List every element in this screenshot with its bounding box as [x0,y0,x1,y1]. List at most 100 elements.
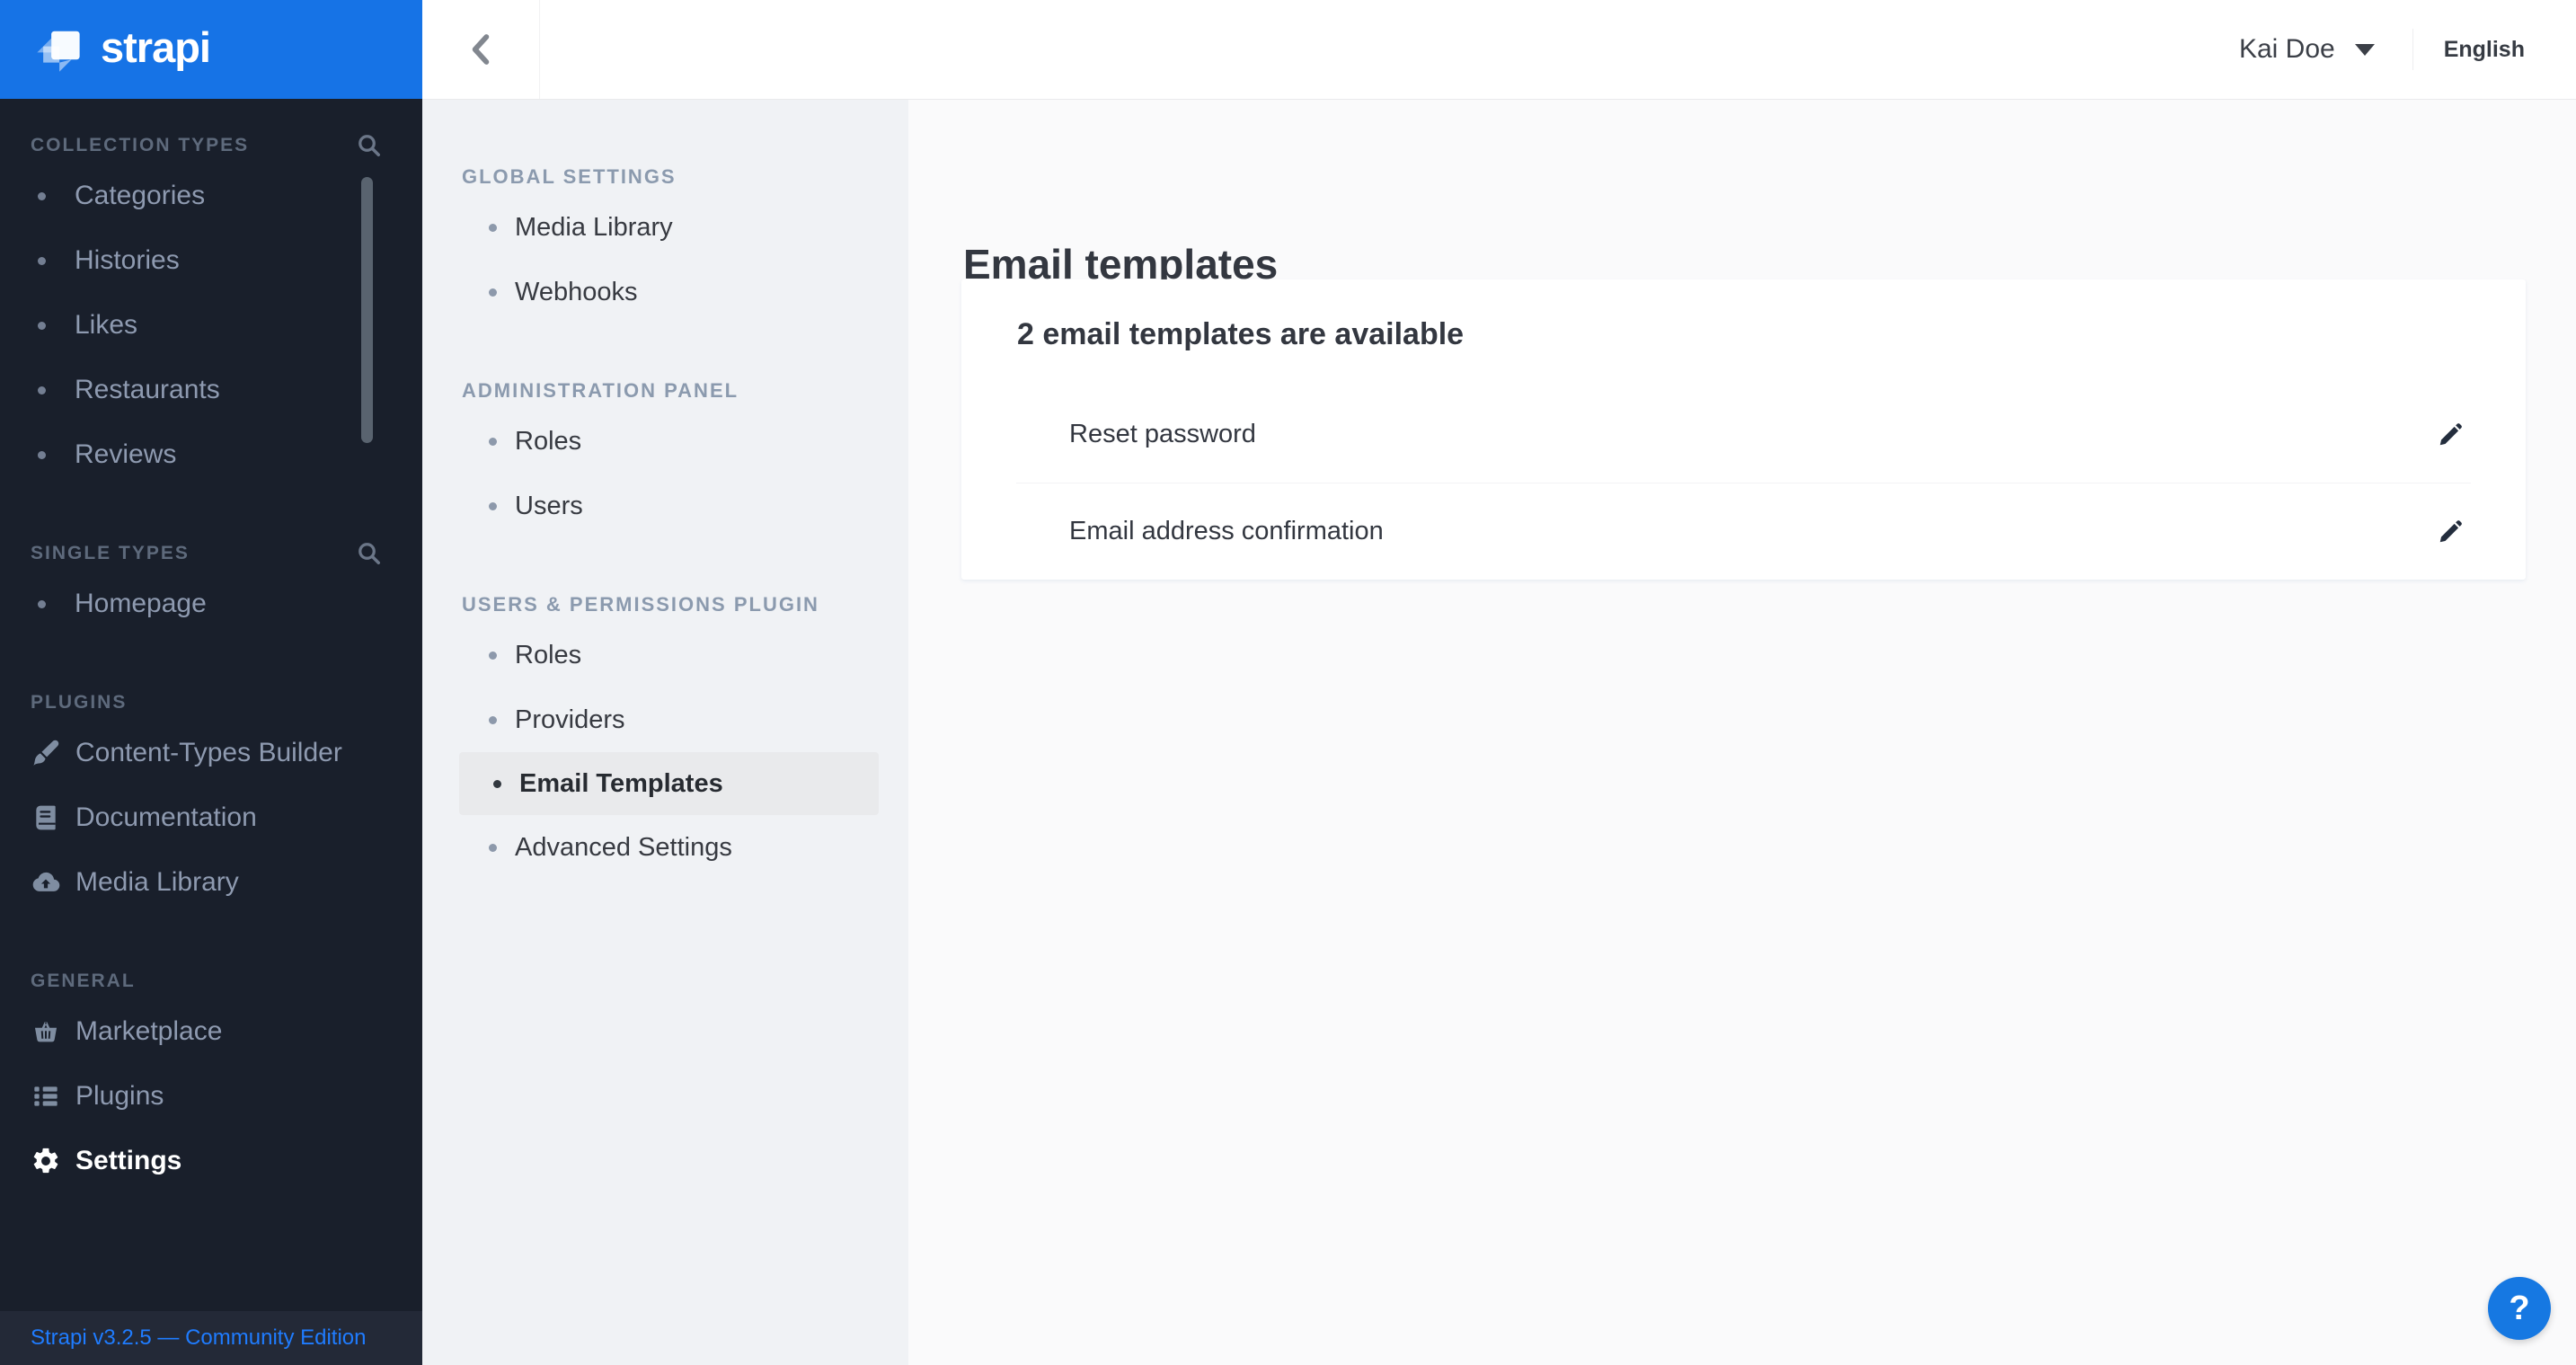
main-sidebar: strapi COLLECTION TYPES Categories Histo… [0,0,422,1365]
bullet-icon [493,779,501,788]
search-icon[interactable] [356,540,383,567]
sidebar-scrollbar[interactable] [361,177,373,443]
bullet-icon [38,191,46,200]
settings-item-label: Roles [515,426,582,456]
section-label: GENERAL [31,971,136,991]
settings-item-label: Advanced Settings [515,832,732,862]
settings-item-media-library[interactable]: Media Library [422,195,908,260]
section-plugins: PLUGINS Content-Types Builder Documentat… [0,685,422,915]
settings-item-advanced-settings[interactable]: Advanced Settings [422,815,908,880]
sidebar-item-label: Media Library [75,867,239,897]
strapi-logo[interactable]: strapi [0,0,422,99]
section-label: ADMINISTRATION PANEL [462,379,739,402]
back-button[interactable] [422,0,540,99]
sidebar-item-settings[interactable]: Settings [0,1129,422,1193]
template-row-reset-password: Reset password [961,386,2526,483]
user-name: Kai Doe [2238,34,2335,64]
basket-icon [31,1016,61,1047]
sidebar-item-media-library[interactable]: Media Library [0,850,422,915]
bullet-icon [38,321,46,330]
settings-item-admin-users[interactable]: Users [422,474,908,538]
sidebar-item-label: Plugins [75,1081,164,1111]
sidebar-footer: Strapi v3.2.5 — Community Edition [0,1311,422,1365]
section-collection-types: COLLECTION TYPES Categories Histories Li… [0,128,422,487]
strapi-version-link[interactable]: Strapi v3.2.5 — Community Edition [31,1325,367,1351]
chevron-left-icon [472,34,490,65]
sidebar-item-documentation[interactable]: Documentation [0,785,422,850]
sidebar-item-label: Reviews [75,439,177,469]
bullet-icon [38,450,46,459]
bullet-icon [489,437,497,446]
section-label: COLLECTION TYPES [31,135,250,155]
language-selector[interactable]: English [2444,37,2525,63]
bullet-icon [489,843,497,852]
template-row-email-confirmation: Email address confirmation [961,483,2526,580]
sidebar-item-homepage[interactable]: Homepage [0,572,422,636]
section-label: GLOBAL SETTINGS [462,165,677,188]
sidebar-item-label: Likes [75,310,138,340]
sidebar-item-marketplace[interactable]: Marketplace [0,999,422,1064]
sidebar-item-label: Histories [75,245,180,275]
settings-section-users-permissions: USERS & PERMISSIONS PLUGIN Roles Provide… [422,587,908,880]
sidebar-item-histories[interactable]: Histories [0,228,422,293]
bullet-icon [38,386,46,394]
card-title: 2 email templates are available [1017,317,1465,351]
list-icon [31,1081,61,1112]
sidebar-item-label: Restaurants [75,375,220,404]
user-menu[interactable]: Kai Doe [2239,34,2375,65]
sidebar-item-label: Content-Types Builder [75,738,342,767]
paintbrush-icon [31,738,61,768]
caret-down-icon [2354,43,2375,56]
settings-item-label: Email Templates [519,768,723,798]
book-icon [31,802,61,833]
sidebar-item-content-types-builder[interactable]: Content-Types Builder [0,721,422,785]
settings-item-label: Media Library [515,212,673,242]
sidebar-item-label: Marketplace [75,1016,223,1046]
topbar-right: Kai Doe English [2239,0,2525,99]
pencil-icon [2439,422,2462,445]
sidebar-item-label: Categories [75,181,206,210]
sidebar-item-categories[interactable]: Categories [0,164,422,228]
settings-item-label: Users [515,491,583,520]
main-content: Email templates 2 email templates are av… [908,100,2576,1365]
strapi-logo-text: strapi [101,22,211,71]
settings-section-global: GLOBAL SETTINGS Media Library Webhooks [422,159,908,324]
template-label: Reset password [1069,420,1256,448]
settings-item-email-templates[interactable]: Email Templates [459,752,879,815]
strapi-logo-icon [37,31,80,72]
sidebar-item-reviews[interactable]: Reviews [0,422,422,487]
settings-item-admin-roles[interactable]: Roles [422,409,908,474]
main-menu: COLLECTION TYPES Categories Histories Li… [0,99,422,1193]
gear-icon [31,1146,61,1176]
help-button[interactable]: ? [2488,1277,2551,1340]
bullet-icon [489,651,497,660]
sidebar-item-likes[interactable]: Likes [0,293,422,358]
bullet-icon [489,223,497,232]
section-single-types: SINGLE TYPES Homepage [0,536,422,636]
settings-item-up-roles[interactable]: Roles [422,623,908,687]
settings-sidebar: GLOBAL SETTINGS Media Library Webhooks A… [422,100,908,1365]
topbar-divider [2412,29,2413,70]
section-general: GENERAL Marketplace Plugins Settings [0,963,422,1193]
settings-item-label: Webhooks [515,277,638,306]
search-icon[interactable] [356,132,383,159]
sidebar-item-label: Settings [75,1146,182,1175]
edit-reset-password-button[interactable] [2430,415,2470,455]
settings-item-webhooks[interactable]: Webhooks [422,260,908,324]
bullet-icon [489,501,497,510]
email-templates-card: 2 email templates are available Reset pa… [961,279,2526,580]
sidebar-item-plugins[interactable]: Plugins [0,1064,422,1129]
settings-item-label: Roles [515,640,582,669]
bullet-icon [38,599,46,608]
edit-email-confirmation-button[interactable] [2430,512,2470,552]
bullet-icon [38,256,46,265]
sidebar-item-restaurants[interactable]: Restaurants [0,358,422,422]
pencil-icon [2439,519,2462,542]
bullet-icon [489,715,497,724]
sidebar-item-label: Documentation [75,802,257,832]
section-label: PLUGINS [31,692,128,713]
template-list: Reset password Email address confirmatio… [961,386,2526,580]
settings-item-providers[interactable]: Providers [422,687,908,752]
settings-section-administration: ADMINISTRATION PANEL Roles Users [422,373,908,538]
template-label: Email address confirmation [1069,517,1384,545]
